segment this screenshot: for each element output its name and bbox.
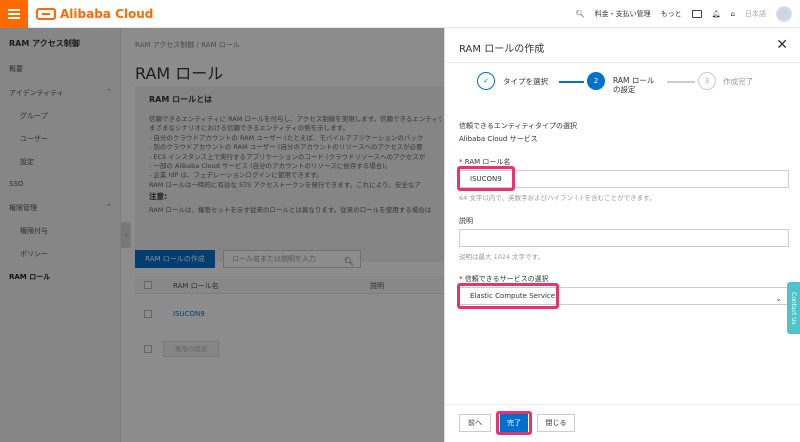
description-label: 説明 bbox=[459, 217, 473, 225]
drawer-title: RAM ロールの作成 bbox=[459, 44, 545, 55]
hamburger-menu-icon[interactable] bbox=[0, 0, 28, 28]
home-icon[interactable]: ⌂ bbox=[731, 10, 735, 18]
modal-overlay[interactable] bbox=[0, 28, 444, 442]
step-connector bbox=[559, 81, 584, 83]
entity-type-value: Alibaba Cloud サービス bbox=[459, 135, 538, 143]
create-role-drawer: RAM ロールの作成 ✕ ✓ タイプを選択 2 RAM ロール の設定 3 作成… bbox=[444, 28, 800, 442]
description-hint: 説明は最大 1024 文字です。 bbox=[459, 253, 545, 261]
more-menu[interactable]: もっと bbox=[661, 9, 682, 19]
step-2-circle: 2 bbox=[587, 72, 605, 90]
bell-icon[interactable]: 🔔︎ bbox=[712, 10, 721, 18]
highlight-done bbox=[496, 411, 532, 435]
close-button[interactable]: 閉じる bbox=[537, 414, 575, 432]
description-input[interactable] bbox=[459, 229, 789, 247]
chevron-down-icon[interactable]: ⌄ bbox=[775, 291, 782, 307]
search-icon[interactable]: 🔍︎ bbox=[576, 10, 585, 18]
step-2-label: RAM ロール の設定 bbox=[613, 76, 655, 94]
contact-us-tab[interactable]: Contact Us bbox=[787, 282, 800, 334]
user-avatar[interactable] bbox=[776, 6, 792, 22]
step-3-label: 作成完了 bbox=[723, 77, 753, 86]
language-switch[interactable]: 日本語 bbox=[745, 9, 766, 19]
highlight-service bbox=[457, 283, 559, 309]
top-right-toolbar: 🔍︎ 料金・支払い管理 もっと 🔔︎ ⌂ 日本語 bbox=[576, 0, 792, 28]
highlight-role-name bbox=[457, 166, 515, 191]
alibaba-cloud-logo[interactable]: Alibaba Cloud bbox=[36, 6, 153, 22]
alibaba-logo-icon bbox=[36, 8, 56, 20]
step-1-check-icon: ✓ bbox=[477, 72, 495, 90]
billing-link[interactable]: 料金・支払い管理 bbox=[595, 9, 651, 19]
top-navigation-bar: Alibaba Cloud 🔍︎ 料金・支払い管理 もっと 🔔︎ ⌂ 日本語 bbox=[0, 0, 800, 28]
close-icon[interactable]: ✕ bbox=[776, 37, 788, 53]
divider bbox=[445, 62, 800, 63]
brand-name: Alibaba Cloud bbox=[60, 7, 154, 21]
entity-type-label: 信頼できるエンティティタイプの選択 bbox=[459, 122, 578, 130]
prev-button[interactable]: 前へ bbox=[459, 414, 491, 432]
message-icon[interactable] bbox=[691, 10, 702, 18]
step-connector bbox=[667, 81, 695, 83]
step-1-label: タイプを選択 bbox=[503, 77, 548, 86]
role-name-hint: 64 文字以内で、英数字およびハイフン (-) を含むことができます。 bbox=[459, 194, 656, 202]
divider bbox=[445, 404, 800, 405]
step-3-circle: 3 bbox=[698, 72, 716, 90]
